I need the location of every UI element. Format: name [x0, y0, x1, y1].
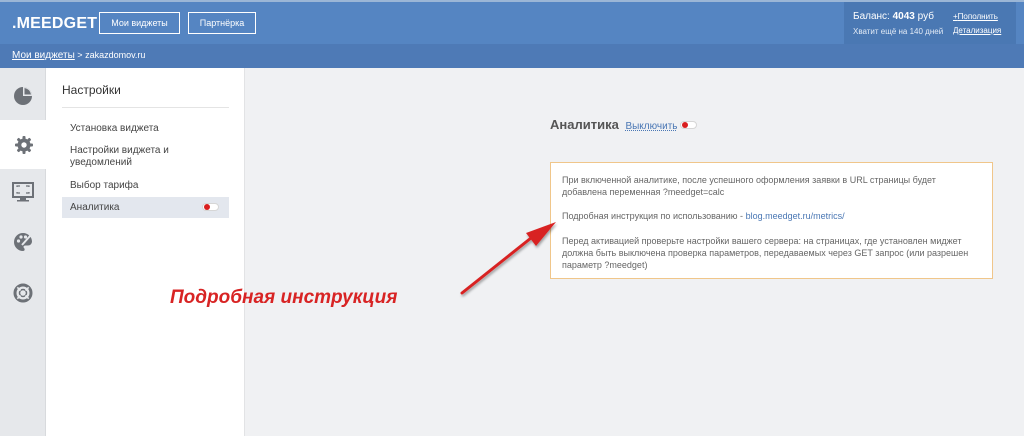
topup-link[interactable]: +Пополнить [953, 12, 998, 21]
toggle-dot [204, 204, 210, 210]
balance-label: Баланс: [853, 11, 890, 22]
rail-item-design[interactable] [0, 217, 46, 266]
rail-item-stats[interactable] [0, 71, 46, 120]
annotation-label: Подробная инструкция [170, 287, 398, 308]
info-paragraph-1: При включенной аналитике, после успешног… [562, 175, 936, 197]
menu-item-tariff[interactable]: Выбор тарифа [62, 180, 229, 192]
balance-value: 4043 [892, 11, 915, 22]
balance-currency: руб [917, 11, 934, 22]
palette-icon [14, 232, 32, 251]
breadcrumb-root-link[interactable]: Мои виджеты [12, 50, 75, 61]
analytics-info-box: При включенной аналитике, после успешног… [550, 162, 993, 279]
menu-item-analytics[interactable]: Аналитика [62, 197, 229, 218]
balance-days: Хватит ещё на 140 дней [853, 27, 944, 36]
partner-button[interactable]: Партнёрка [188, 12, 256, 34]
breadcrumb-site: zakazdomov.ru [85, 50, 146, 60]
instruction-link[interactable]: blog.meedget.ru/metrics/ [746, 211, 845, 221]
top-bar: .MEEDGET Мои виджеты Партнёрка Баланс: 4… [0, 0, 1024, 44]
breadcrumb: Мои виджеты > zakazdomov.ru [12, 50, 145, 61]
balance-box: Баланс: 4043 руб Хватит ещё на 140 дней … [844, 2, 1016, 44]
menu-item-widget-settings[interactable]: Настройки виджета и уведомлений [62, 145, 182, 169]
balance-line: Баланс: 4043 руб [853, 11, 934, 22]
rail-item-appearance[interactable] [0, 167, 46, 216]
info-paragraph-3: Перед активацией проверьте настройки ваш… [562, 236, 969, 270]
menu-item-install[interactable]: Установка виджета [62, 123, 229, 135]
topup-link-label[interactable]: Пополнить [958, 12, 998, 21]
toggle-dot [682, 122, 688, 128]
chart-pie-icon [14, 86, 32, 105]
menu-item-analytics-label: Аналитика [70, 202, 120, 213]
logo[interactable]: .MEEDGET [12, 15, 97, 33]
lifebuoy-icon [13, 283, 33, 302]
gear-icon [14, 135, 33, 154]
settings-panel: Настройки Установка виджета Настройки ви… [46, 68, 245, 436]
screen-icon [12, 181, 34, 201]
info-paragraph-2: Подробная инструкция по использованию - … [562, 210, 982, 222]
breadcrumb-bar: Мои виджеты > zakazdomov.ru [0, 44, 1024, 68]
details-link[interactable]: Детализация [953, 26, 1001, 35]
rail-item-support[interactable] [0, 268, 46, 317]
analytics-menu-toggle[interactable] [202, 203, 219, 211]
panel-divider [62, 107, 229, 108]
analytics-toggle[interactable] [680, 121, 697, 129]
disable-link[interactable]: Выключить [625, 121, 677, 132]
icon-rail [0, 68, 47, 436]
analytics-heading: Аналитика Выключить [550, 117, 678, 132]
my-widgets-button[interactable]: Мои виджеты [99, 12, 180, 34]
analytics-title: Аналитика [550, 117, 619, 132]
instruction-text: Подробная инструкция по использованию - [562, 211, 746, 221]
rail-item-settings[interactable] [0, 120, 47, 169]
panel-title: Настройки [62, 83, 121, 97]
breadcrumb-separator: > [74, 50, 86, 60]
